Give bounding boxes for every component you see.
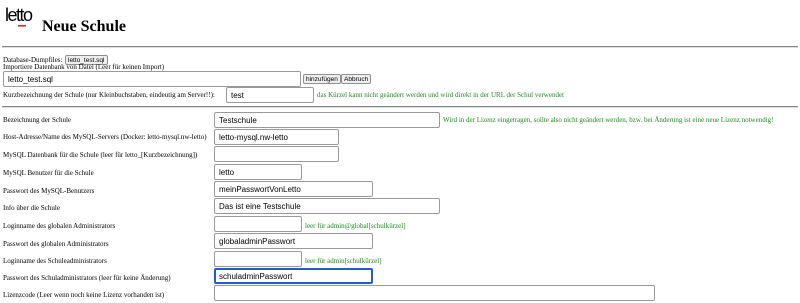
label-mysql-password: Passwort des MySQL-Benutzers (3, 187, 95, 195)
short-name-hint: das Kürzel kann nicht geändert werden un… (317, 91, 564, 99)
label-global-admin-login: Loginname des globalen Administrators (3, 222, 116, 230)
mysql-password-input[interactable] (214, 181, 373, 197)
school-admin-login-hint: leer für admin[schulkürzel] (305, 257, 382, 265)
global-admin-login-hint: leer für admin@global[schulkürzel] (305, 222, 406, 230)
short-name-input[interactable] (226, 87, 314, 103)
mysql-user-input[interactable] (214, 164, 302, 180)
cancel-button[interactable]: Abbruch (341, 74, 372, 84)
svg-text:letto: letto (5, 5, 33, 25)
divider-top (2, 46, 798, 48)
letto-logo: letto (5, 5, 35, 27)
mysql-host-input[interactable] (214, 129, 339, 145)
school-name-hint: Wird in der Lizenz eingetragen, sollte a… (443, 116, 774, 124)
school-name-input[interactable] (214, 112, 440, 128)
global-admin-password-input[interactable] (214, 233, 373, 249)
label-mysql-db: MySQL Datenbank für die Schule (leer für… (3, 151, 198, 159)
label-school-info: Info über die Schule (3, 204, 60, 212)
page-title: Neue Schule (42, 18, 126, 35)
short-name-label: Kurzbezeichnung der Schule (nur Kleinbuc… (3, 91, 215, 99)
global-admin-login-input[interactable] (214, 216, 302, 232)
label-license-code: Lizenzcode (Leer wenn noch keine Lizenz … (3, 291, 165, 299)
label-mysql-host: Host-Adresse/Name des MySQL-Servers (Doc… (3, 133, 207, 141)
label-global-admin-password: Passwort des globalen Administrators (3, 240, 109, 248)
school-admin-password-input[interactable] (214, 268, 373, 284)
add-button[interactable]: hinzufügen (303, 74, 341, 84)
import-file-input[interactable] (3, 71, 301, 87)
school-admin-login-input[interactable] (214, 251, 302, 267)
license-code-input[interactable] (214, 285, 655, 301)
label-school-admin-login: Loginname des Schuleadministrators (3, 257, 107, 265)
label-school-name: Bezeichnung der Schule (3, 116, 72, 124)
label-mysql-user: MySQL Benutzer für die Schule (3, 169, 94, 177)
school-info-input[interactable] (214, 198, 440, 214)
label-school-admin-password: Passwort des Schuladministrators (leer f… (3, 274, 171, 282)
mysql-db-input[interactable] (214, 146, 339, 162)
divider-form (2, 106, 798, 108)
